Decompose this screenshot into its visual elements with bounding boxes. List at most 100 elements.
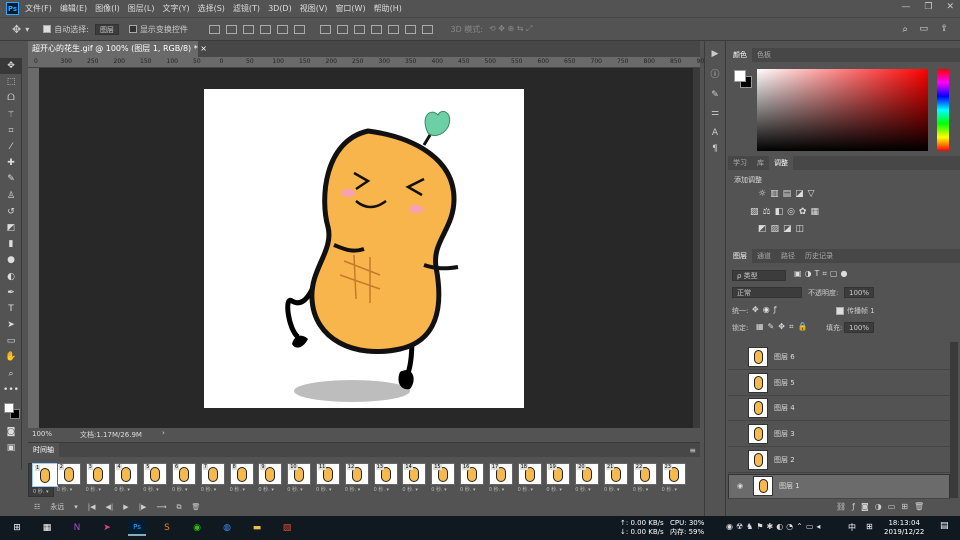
menu-layer[interactable]: 图层(L) — [128, 3, 155, 14]
windows-start-icon[interactable]: ⊞ — [8, 520, 26, 536]
timeline-frame[interactable]: 11 0 秒. ▾ — [316, 463, 342, 497]
more-tools-icon[interactable]: ••• — [0, 382, 22, 398]
layer-row[interactable]: 图层 2 — [728, 448, 950, 473]
tab-swatches[interactable]: 色板 — [752, 48, 776, 62]
timeline-frame[interactable]: 10 0 秒. ▾ — [287, 463, 313, 497]
rectangle-tool-icon[interactable]: ▭ — [0, 333, 22, 349]
close-icon[interactable]: ✕ — [946, 2, 954, 12]
eyedropper-tool-icon[interactable]: ⁄ — [0, 139, 22, 155]
healing-brush-tool-icon[interactable]: ✚ — [0, 155, 22, 171]
hue-slider[interactable] — [937, 69, 949, 151]
unify-icons[interactable]: ✥◉ƒ — [752, 305, 781, 314]
hand-tool-icon[interactable]: ✋ — [0, 349, 22, 365]
layer-row[interactable]: 图层 6 — [728, 345, 950, 370]
timeline-frame[interactable]: 9 0 秒. ▾ — [258, 463, 284, 497]
frame-delay[interactable]: 0 秒. ▾ — [114, 486, 140, 493]
timeline-frame[interactable]: 15 0 秒. ▾ — [431, 463, 457, 497]
blend-mode-dropdown[interactable]: 正常 — [732, 287, 802, 298]
layer-filter-icons[interactable]: ▣◑T⌗▢● — [794, 269, 850, 279]
tab-paths[interactable]: 路径 — [776, 249, 800, 263]
timeline-frame[interactable]: 19 0 秒. ▾ — [546, 463, 572, 497]
timeline-frame[interactable]: 6 0 秒. ▾ — [172, 463, 198, 497]
frame-delay[interactable]: 0 秒. ▾ — [316, 486, 342, 493]
restore-icon[interactable]: ❐ — [924, 2, 932, 12]
auto-select-checkbox[interactable] — [43, 25, 54, 34]
timeline-frame[interactable]: 13 0 秒. ▾ — [373, 463, 400, 497]
layers-footer-icons[interactable]: ⛓ƒ◙◑▭⊞🗑 — [836, 502, 930, 511]
show-transform-checkbox[interactable] — [128, 25, 140, 34]
tab-learn[interactable]: 学习 — [728, 156, 752, 170]
tab-channels[interactable]: 通道 — [752, 249, 776, 263]
move-tool-icon[interactable]: ✥ — [0, 58, 22, 75]
layer-row[interactable]: 图层 3 — [728, 422, 950, 448]
align-vcenter-icon[interactable] — [225, 24, 237, 34]
menu-edit[interactable]: 编辑(E) — [60, 3, 87, 14]
frame-delay[interactable]: 0 秒. ▾ — [143, 486, 169, 493]
crop-tool-icon[interactable]: ⌗ — [0, 123, 22, 139]
frame-delay[interactable]: 0 秒. ▾ — [662, 486, 688, 493]
brush-panel-icon[interactable]: ✎ — [705, 90, 725, 100]
timeline-frame[interactable]: 7 0 秒. ▾ — [200, 463, 227, 497]
distribute-vcenter-icon[interactable] — [337, 24, 349, 34]
zoom-tool-icon[interactable]: ⌕ — [0, 366, 22, 382]
distribute-left-icon[interactable] — [371, 24, 383, 34]
timeline-menu-icon[interactable]: ≡ — [689, 446, 696, 455]
path-selection-tool-icon[interactable]: ➤ — [0, 317, 22, 333]
timeline-frame[interactable]: 23 0 秒. ▾ — [661, 463, 688, 497]
pen-tool-icon[interactable]: ✒ — [0, 285, 22, 301]
search-icon[interactable]: ⌕ — [902, 24, 908, 35]
auto-select-target-dropdown[interactable]: 图层 — [94, 23, 119, 35]
workspace-icon[interactable]: ▭ — [919, 24, 928, 34]
frame-delay[interactable]: 0 秒. ▾ — [546, 486, 572, 493]
frame-delay[interactable]: 0 秒. ▾ — [575, 486, 601, 493]
zoom-level[interactable]: 100% — [32, 430, 52, 438]
wechat-app-icon[interactable]: ◉ — [188, 520, 206, 536]
magic-wand-tool-icon[interactable]: ⚚ — [0, 107, 22, 123]
blur-tool-icon[interactable]: ● — [0, 252, 22, 268]
align-left-icon[interactable] — [259, 24, 271, 34]
menu-help[interactable]: 帮助(H) — [374, 3, 402, 14]
loop-dropdown-arrow-icon[interactable]: ▾ — [74, 503, 78, 511]
layer-row[interactable]: ◉ 图层 1 — [728, 473, 950, 499]
share-icon[interactable]: ⇪ — [940, 24, 948, 34]
close-tab-icon[interactable]: × — [200, 44, 207, 53]
menu-filter[interactable]: 滤镜(T) — [233, 3, 260, 14]
play-icon[interactable]: ▶ — [123, 503, 128, 511]
clone-stamp-tool-icon[interactable]: ♙ — [0, 188, 22, 204]
frame-delay[interactable]: 0 秒. ▾ — [345, 486, 371, 493]
menu-select[interactable]: 选择(S) — [198, 3, 225, 14]
tween-icon[interactable]: ⟿ — [156, 503, 166, 511]
layer-row[interactable]: 图层 5 — [728, 371, 950, 396]
frame-delay[interactable]: 0 秒. ▾ — [460, 486, 486, 493]
frame-delay[interactable]: 0 秒. ▾ — [604, 486, 630, 493]
visibility-eye-icon[interactable]: ◉ — [733, 481, 747, 491]
eraser-tool-icon[interactable]: ◩ — [0, 220, 22, 236]
history-icon[interactable]: ▶ — [705, 49, 725, 59]
frame-delay[interactable]: 0 秒. ▾ — [518, 486, 544, 493]
tool-preset-dropdown[interactable]: ▾ — [25, 25, 29, 34]
onenote-app-icon[interactable]: N — [68, 520, 86, 536]
timeline-frame[interactable]: 1 0 秒. ▾ — [28, 463, 57, 497]
lasso-tool-icon[interactable]: ᗝ — [0, 90, 22, 106]
frame-delay[interactable]: 0 秒. ▾ — [287, 486, 313, 493]
tab-libraries[interactable]: 库 — [752, 156, 769, 170]
frame-delay[interactable]: 0 秒. ▾ — [374, 486, 400, 493]
notification-icon[interactable]: ▤ — [940, 521, 949, 531]
frame-delay[interactable]: 0 秒. ▾ — [86, 486, 112, 493]
sublime-app-icon[interactable]: S — [158, 520, 176, 536]
frame-delay[interactable]: 0 秒. ▾ — [201, 486, 227, 493]
document-tab[interactable]: 超开心的花生.gif @ 100% (图层 1, RGB/8) * × — [28, 41, 207, 57]
menu-type[interactable]: 文字(Y) — [162, 3, 189, 14]
office-app-icon[interactable]: ▧ — [278, 520, 296, 536]
timeline-frame[interactable]: 2 0 秒. ▾ — [56, 463, 83, 497]
panel-foreground-swatch[interactable] — [734, 70, 746, 82]
system-tray-icons[interactable]: ◉☢♞⚑✱◐◔⌃▭◂ — [726, 522, 823, 531]
distribute-right-icon[interactable] — [405, 24, 417, 34]
frame-delay[interactable]: 0 秒. ▾ — [230, 486, 256, 493]
paragraph-icon[interactable]: ¶ — [705, 144, 725, 154]
delete-frame-icon[interactable]: 🗑 — [191, 503, 200, 511]
timeline-frame[interactable]: 12 0 秒. ▾ — [344, 463, 371, 497]
fill-input[interactable]: 100% — [844, 322, 874, 333]
distribute-bottom-icon[interactable] — [354, 24, 366, 34]
frame-delay[interactable]: 0 秒. ▾ — [33, 487, 49, 497]
